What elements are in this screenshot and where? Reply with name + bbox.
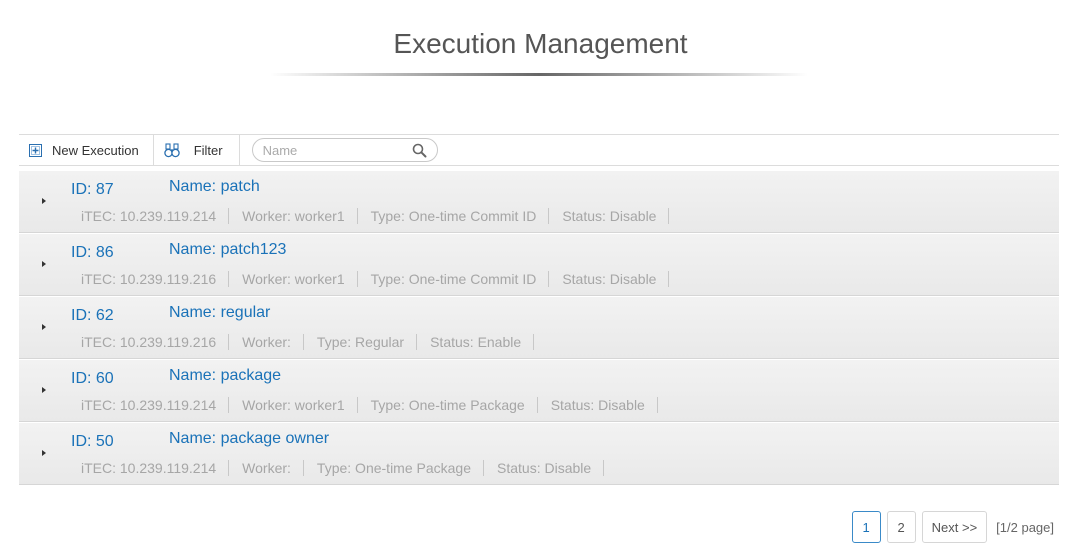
execution-id: ID: 50	[71, 433, 114, 450]
execution-status: Status: Enable	[430, 334, 535, 350]
execution-itec: iTEC: 10.239.119.216	[81, 334, 230, 350]
toolbar: New Execution Filter	[19, 134, 1059, 166]
title-divider	[270, 73, 808, 76]
execution-worker: Worker:	[242, 460, 304, 476]
execution-meta: iTEC: 10.239.119.214 Worker: worker1 Typ…	[81, 208, 682, 224]
execution-row: ID: 60 Name: package iTEC: 10.239.119.21…	[19, 360, 1059, 422]
execution-type: Type: One-time Commit ID	[371, 208, 550, 224]
page-2-button[interactable]: 2	[886, 511, 916, 543]
add-icon	[29, 143, 42, 157]
execution-meta: iTEC: 10.239.119.216 Worker: worker1 Typ…	[81, 271, 682, 287]
page-info: [1/2 page]	[996, 519, 1054, 535]
execution-status: Status: Disable	[497, 460, 605, 476]
execution-status: Status: Disable	[562, 271, 670, 287]
execution-itec: iTEC: 10.239.119.216	[81, 271, 230, 287]
search-icon[interactable]	[412, 143, 427, 163]
execution-name-link[interactable]: Name: package owner	[169, 430, 329, 448]
execution-row: ID: 86 Name: patch123 iTEC: 10.239.119.2…	[19, 234, 1059, 296]
execution-status: Status: Disable	[562, 208, 670, 224]
execution-id: ID: 87	[71, 181, 114, 198]
execution-type: Type: One-time Package	[317, 460, 484, 476]
execution-name-link[interactable]: Name: patch	[169, 178, 260, 196]
execution-row: ID: 50 Name: package owner iTEC: 10.239.…	[19, 423, 1059, 485]
filter-button[interactable]: Filter	[154, 135, 240, 165]
execution-row: ID: 87 Name: patch iTEC: 10.239.119.214 …	[19, 171, 1059, 233]
execution-type: Type: One-time Package	[371, 397, 538, 413]
search-input[interactable]	[262, 142, 413, 158]
execution-worker: Worker: worker1	[242, 271, 358, 287]
execution-name-link[interactable]: Name: package	[169, 367, 281, 385]
execution-meta: iTEC: 10.239.119.214 Worker: Type: One-t…	[81, 460, 617, 476]
execution-type: Type: Regular	[317, 334, 418, 350]
execution-worker: Worker:	[242, 334, 304, 350]
binoculars-icon	[163, 142, 180, 158]
execution-worker: Worker: worker1	[242, 397, 358, 413]
execution-name-link[interactable]: Name: patch123	[169, 241, 286, 259]
execution-meta: iTEC: 10.239.119.216 Worker: Type: Regul…	[81, 334, 547, 350]
execution-id: ID: 60	[71, 370, 114, 387]
execution-itec: iTEC: 10.239.119.214	[81, 397, 230, 413]
expand-arrow-icon[interactable]	[40, 445, 48, 456]
expand-arrow-icon[interactable]	[40, 319, 48, 330]
execution-status: Status: Disable	[551, 397, 658, 413]
search-box	[251, 138, 438, 163]
expand-arrow-icon[interactable]	[40, 193, 48, 204]
expand-arrow-icon[interactable]	[40, 256, 48, 267]
execution-itec: iTEC: 10.239.119.214	[81, 208, 230, 224]
execution-worker: Worker: worker1	[242, 208, 358, 224]
pagination: 1 2 Next >> [1/2 page]	[851, 511, 1054, 543]
page-1-button[interactable]: 1	[851, 511, 881, 543]
filter-label: Filter	[193, 142, 223, 158]
new-execution-label: New Execution	[52, 142, 139, 158]
execution-row: ID: 62 Name: regular iTEC: 10.239.119.21…	[19, 297, 1059, 359]
expand-arrow-icon[interactable]	[40, 382, 48, 393]
execution-meta: iTEC: 10.239.119.214 Worker: worker1 Typ…	[81, 397, 671, 413]
new-execution-button[interactable]: New Execution	[19, 135, 154, 165]
execution-id: ID: 86	[71, 244, 114, 261]
page-title: Execution Management	[393, 28, 688, 59]
execution-id: ID: 62	[71, 307, 114, 324]
execution-list: ID: 87 Name: patch iTEC: 10.239.119.214 …	[19, 171, 1059, 486]
execution-name-link[interactable]: Name: regular	[169, 304, 270, 322]
next-page-button[interactable]: Next >>	[921, 511, 988, 543]
execution-type: Type: One-time Commit ID	[371, 271, 550, 287]
execution-itec: iTEC: 10.239.119.214	[81, 460, 230, 476]
